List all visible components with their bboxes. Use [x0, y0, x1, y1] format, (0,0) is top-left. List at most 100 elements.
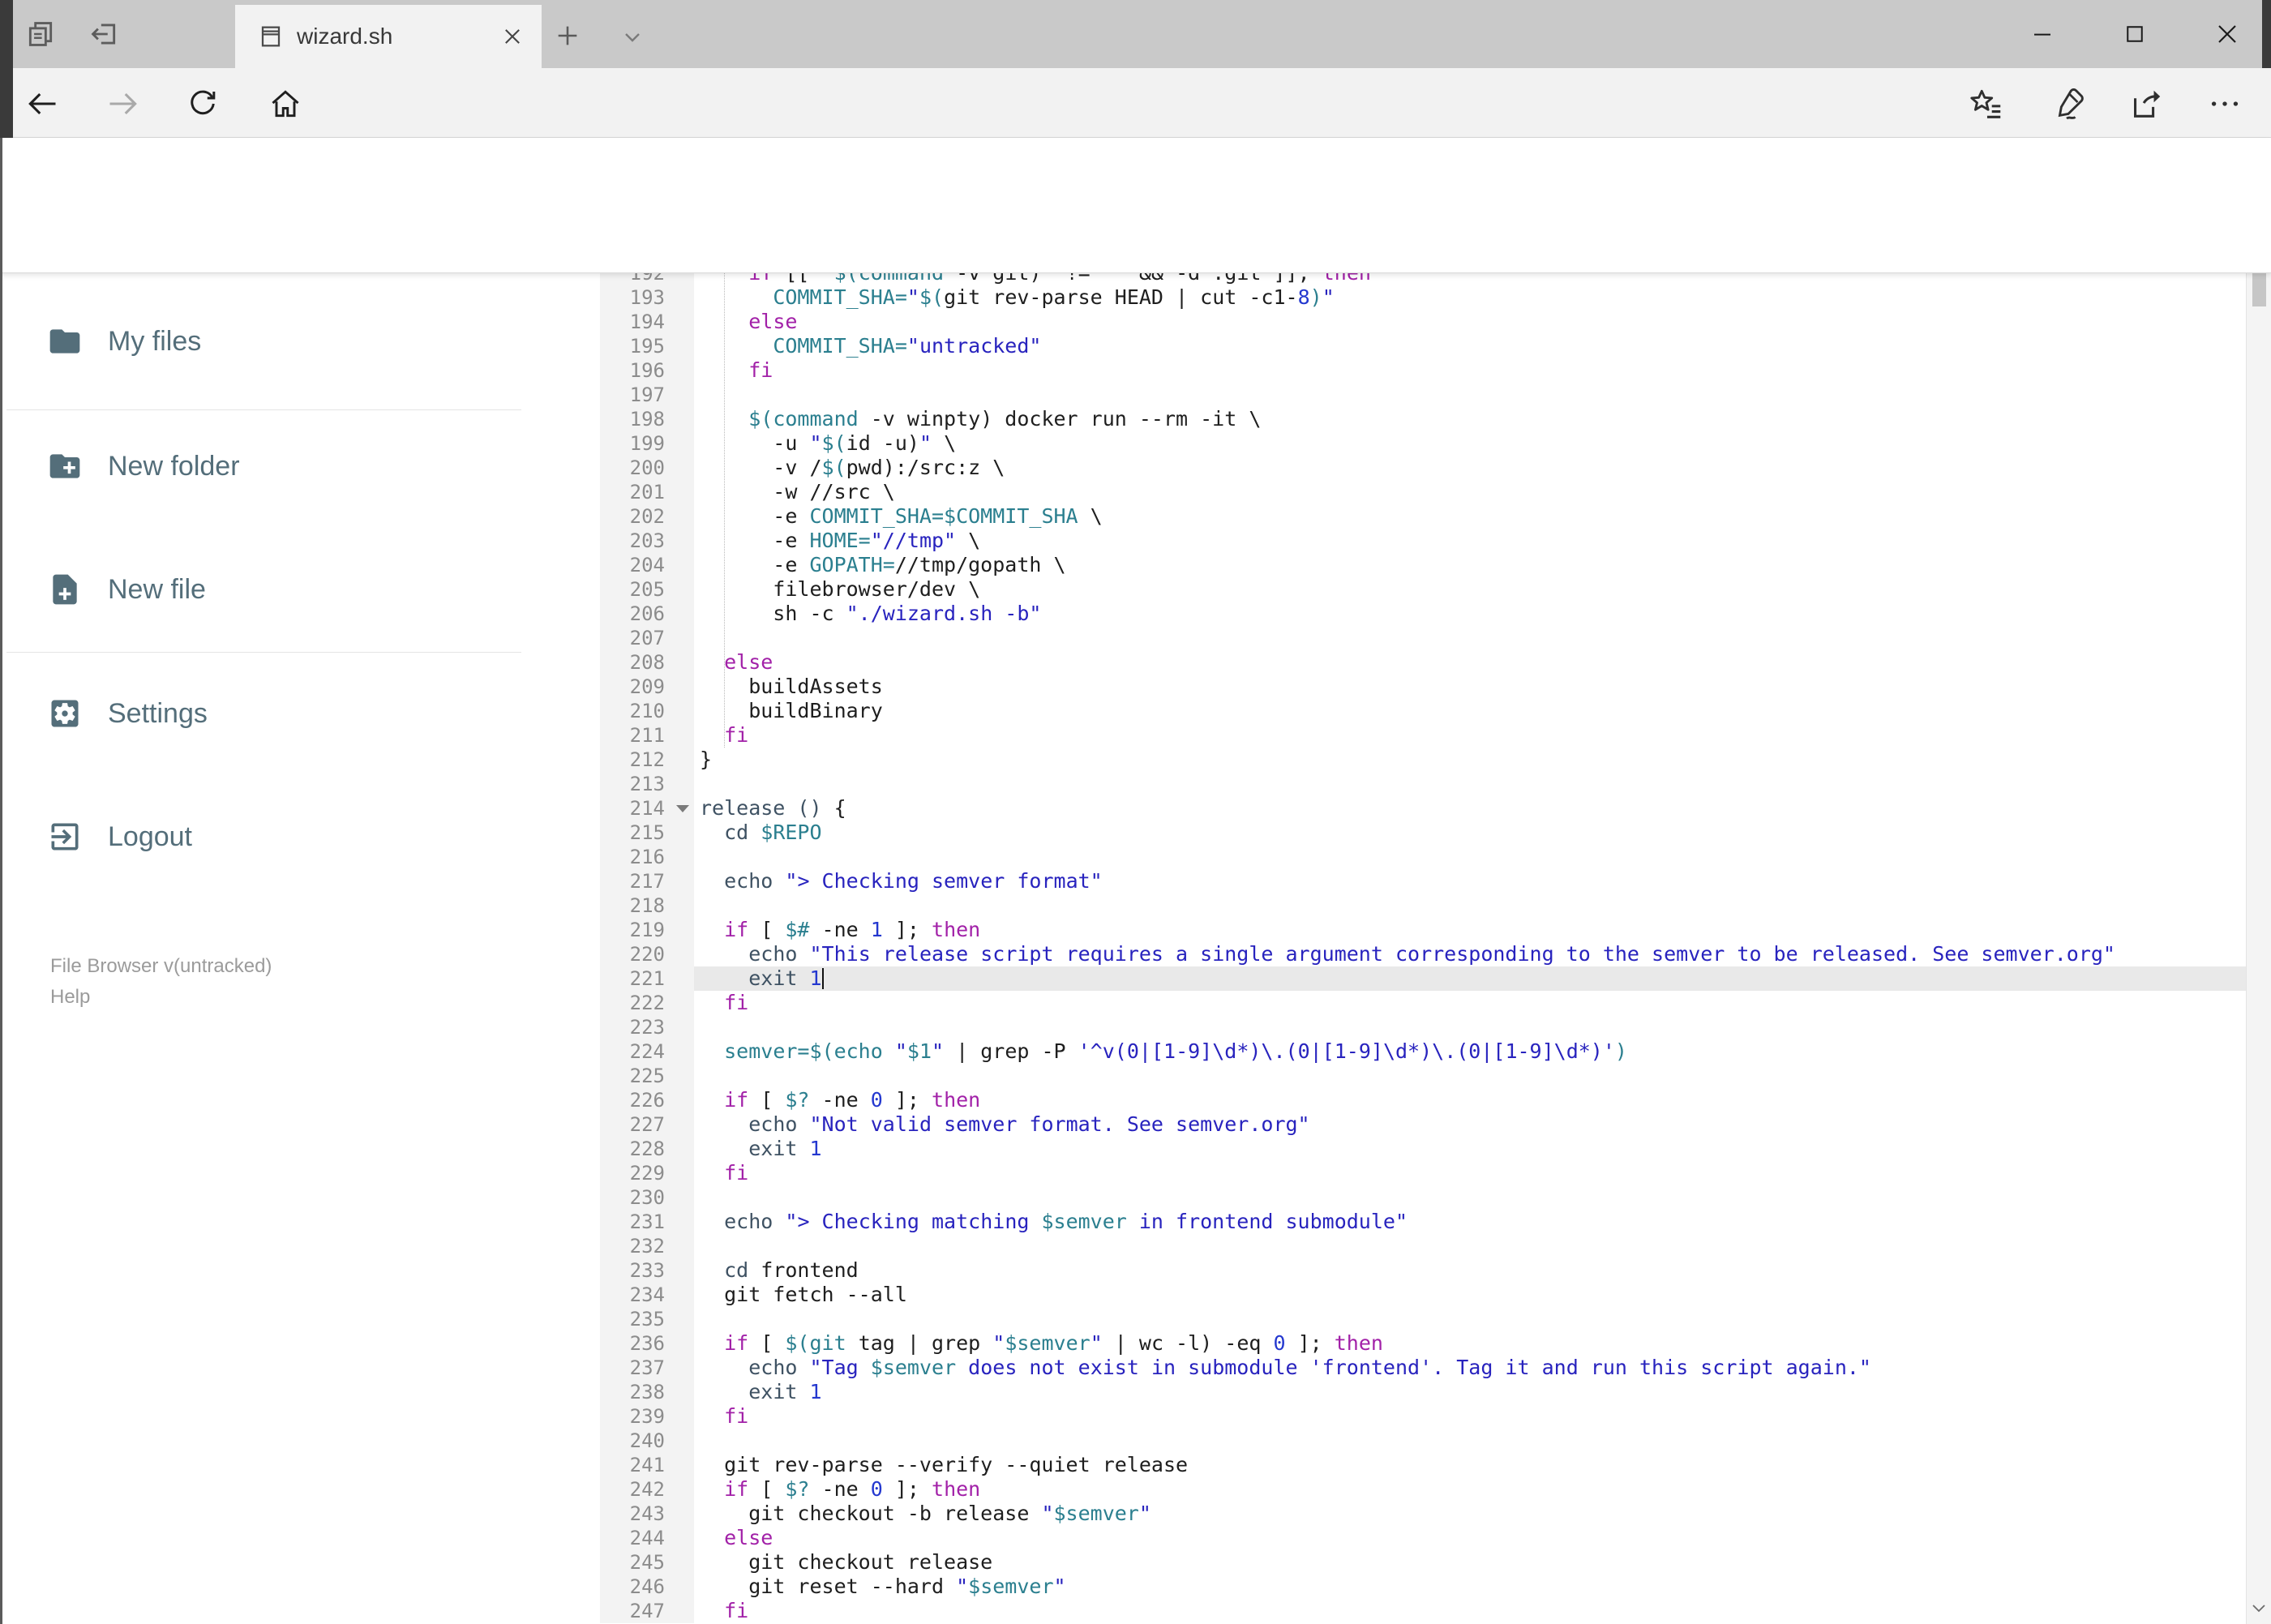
scroll-down-button[interactable] — [2247, 1592, 2271, 1624]
code-line[interactable]: 230 — [600, 1185, 2246, 1210]
code-line[interactable]: 229 fi — [600, 1161, 2246, 1185]
code-line[interactable]: 228 exit 1 — [600, 1137, 2246, 1161]
maximize-button[interactable] — [2110, 10, 2159, 58]
code-line[interactable]: 245 git checkout release — [600, 1550, 2246, 1575]
code-editor[interactable]: 192 if [[ "$(command -v git)" != "" && -… — [600, 273, 2246, 1624]
code-line[interactable]: 243 git checkout -b release "$semver" — [600, 1502, 2246, 1526]
code-line[interactable]: 221 exit 1 — [600, 966, 2246, 991]
vertical-scrollbar[interactable] — [2246, 138, 2271, 1624]
refresh-button[interactable] — [182, 83, 224, 125]
code-line[interactable]: 194 else — [600, 310, 2246, 334]
code-line[interactable]: 239 fi — [600, 1404, 2246, 1429]
code-line[interactable]: 198 $(command -v winpty) docker run --rm… — [600, 407, 2246, 431]
browser-tab[interactable]: wizard.sh — [235, 5, 542, 68]
code-line[interactable]: 204 -e GOPATH=//tmp/gopath \ — [600, 553, 2246, 577]
code-line[interactable]: 203 -e HOME="//tmp" \ — [600, 529, 2246, 553]
code-line[interactable]: 242 if [ $? -ne 0 ]; then — [600, 1477, 2246, 1502]
code-line[interactable]: 236 if [ $(git tag | grep "$semver" | wc… — [600, 1331, 2246, 1356]
code-line[interactable]: 237 echo "Tag $semver does not exist in … — [600, 1356, 2246, 1380]
code-line[interactable]: 222 fi — [600, 991, 2246, 1015]
code-line[interactable]: 192 if [[ "$(command -v git)" != "" && -… — [600, 273, 2246, 285]
code-text: -u "$(id -u)" \ — [700, 431, 957, 455]
web-note-button[interactable] — [2044, 83, 2093, 125]
code-line[interactable]: 217 echo "> Checking semver format" — [600, 869, 2246, 893]
code-line[interactable]: 225 — [600, 1064, 2246, 1088]
line-number: 245 — [600, 1550, 694, 1575]
close-icon — [2218, 25, 2236, 43]
set-aside-tabs-button[interactable] — [86, 18, 122, 50]
new-tab-button[interactable] — [548, 19, 587, 52]
tab-dropdown-icon — [625, 33, 640, 42]
code-line[interactable]: 206 sh -c "./wizard.sh -b" — [600, 602, 2246, 626]
back-icon — [28, 92, 56, 115]
app-version: File Browser v(untracked) — [50, 955, 272, 977]
code-line[interactable]: 208 else — [600, 650, 2246, 675]
help-link[interactable]: Help — [50, 986, 90, 1009]
tab-previews-button[interactable] — [23, 18, 58, 50]
sidebar-item-label: My files — [108, 325, 202, 357]
code-line[interactable]: 196 fi — [600, 358, 2246, 383]
code-line[interactable]: 241 git rev-parse --verify --quiet relea… — [600, 1453, 2246, 1477]
code-line[interactable]: 220 echo "This release script requires a… — [600, 942, 2246, 966]
tab-dropdown-button[interactable] — [613, 23, 652, 52]
code-line[interactable]: 234 git fetch --all — [600, 1283, 2246, 1307]
code-line[interactable]: 240 — [600, 1429, 2246, 1453]
code-line[interactable]: 205 filebrowser/dev \ — [600, 577, 2246, 602]
code-line[interactable]: 227 echo "Not valid semver format. See s… — [600, 1112, 2246, 1137]
code-line[interactable]: 197 — [600, 383, 2246, 407]
code-line[interactable]: 246 git reset --hard "$semver" — [600, 1575, 2246, 1599]
code-text: -e COMMIT_SHA=$COMMIT_SHA \ — [700, 504, 1103, 528]
code-line[interactable]: 207 — [600, 626, 2246, 650]
code-line[interactable]: 223 — [600, 1015, 2246, 1039]
share-button[interactable] — [2121, 83, 2170, 125]
code-line[interactable]: 216 — [600, 845, 2246, 869]
minimize-button[interactable] — [2018, 10, 2067, 58]
fold-arrow-icon[interactable] — [676, 805, 689, 812]
code-line[interactable]: 238 exit 1 — [600, 1380, 2246, 1404]
favorites-hub-button[interactable] — [1962, 83, 2011, 125]
sidebar-item-logout[interactable]: Logout — [0, 800, 519, 873]
code-line[interactable]: 244 else — [600, 1526, 2246, 1550]
home-button[interactable] — [264, 83, 306, 125]
line-number: 224 — [600, 1039, 694, 1064]
code-line[interactable]: 226 if [ $? -ne 0 ]; then — [600, 1088, 2246, 1112]
code-line[interactable]: 209 buildAssets — [600, 675, 2246, 699]
sidebar-item-settings[interactable]: Settings — [0, 677, 519, 750]
code-line[interactable]: 214 release () { — [600, 796, 2246, 821]
code-line[interactable]: 199 -u "$(id -u)" \ — [600, 431, 2246, 456]
close-window-button[interactable] — [2203, 10, 2252, 58]
code-line[interactable]: 218 — [600, 893, 2246, 918]
code-line[interactable]: 210 buildBinary — [600, 699, 2246, 723]
sidebar-item-new-file[interactable]: New file — [0, 553, 519, 626]
window-edge — [2262, 0, 2271, 68]
code-line[interactable]: 224 semver=$(echo "$1" | grep -P '^v(0|[… — [600, 1039, 2246, 1064]
refresh-icon — [191, 90, 216, 115]
code-line[interactable]: 201 -w //src \ — [600, 480, 2246, 504]
more-button[interactable] — [2199, 83, 2251, 125]
forward-button[interactable] — [102, 83, 144, 125]
close-tab-icon[interactable] — [501, 25, 524, 48]
code-line[interactable]: 200 -v /$(pwd):/src:z \ — [600, 456, 2246, 480]
code-line[interactable]: 219 if [ $# -ne 1 ]; then — [600, 918, 2246, 942]
code-line[interactable]: 213 — [600, 772, 2246, 796]
back-button[interactable] — [21, 83, 63, 125]
line-number: 238 — [600, 1380, 694, 1404]
code-text: if [ $? -ne 0 ]; then — [724, 1477, 981, 1501]
code-line[interactable]: 202 -e COMMIT_SHA=$COMMIT_SHA \ — [600, 504, 2246, 529]
window-controls — [2018, 0, 2252, 68]
sidebar-item-new-folder[interactable]: New folder — [0, 430, 519, 503]
code-line[interactable]: 212} — [600, 748, 2246, 772]
code-line[interactable]: 195 COMMIT_SHA="untracked" — [600, 334, 2246, 358]
code-line[interactable]: 235 — [600, 1307, 2246, 1331]
code-line[interactable]: 232 — [600, 1234, 2246, 1258]
code-line[interactable]: 193 COMMIT_SHA="$(git rev-parse HEAD | c… — [600, 285, 2246, 310]
code-text: fi — [724, 1599, 749, 1622]
sidebar-item-my-files[interactable]: My files — [0, 305, 519, 378]
sidebar-divider — [6, 409, 521, 410]
code-line[interactable]: 211 fi — [600, 723, 2246, 748]
code-line[interactable]: 233 cd frontend — [600, 1258, 2246, 1283]
code-line[interactable]: 247 fi — [600, 1599, 2246, 1623]
code-line[interactable]: 231 echo "> Checking matching $semver in… — [600, 1210, 2246, 1234]
code-line[interactable]: 215 cd $REPO — [600, 821, 2246, 845]
